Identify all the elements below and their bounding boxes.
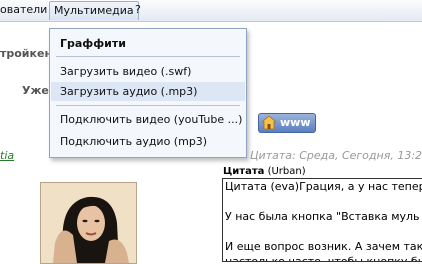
settings-label: тройкен [0, 47, 53, 60]
quote-line [223, 224, 422, 239]
upload-audio-item[interactable]: Загрузить аудио (.mp3) [51, 82, 245, 101]
quote-header: Цитата (Urban) [223, 166, 306, 177]
quote-line: настолько часто, чтобы кнопку был [225, 255, 422, 262]
connect-audio-item[interactable]: Подключить аудио (mp3) [51, 132, 245, 151]
post-meta: Цитата: Среда, Сегодня, 13:20 | [250, 149, 422, 162]
quote-line: У нас была кнопка "Вставка муль [225, 210, 420, 223]
dropdown-separator [56, 105, 240, 106]
menu-bar: ователи Мультимедиа ? [0, 0, 422, 22]
home-icon [262, 116, 276, 129]
quote-author: (Urban) [267, 166, 306, 177]
author-link[interactable]: tia [0, 149, 14, 162]
avatar-image [41, 183, 136, 263]
avatar [40, 182, 137, 264]
www-button-label: www [280, 116, 311, 129]
quote-line [223, 194, 422, 209]
quote-title: Цитата [223, 166, 265, 177]
quote-text: Цитата (eva)Грация, а у нас тепер У нас … [222, 178, 422, 262]
menu-multimedia[interactable]: Мультимедиа [49, 1, 139, 20]
already-label: Уже [22, 84, 49, 97]
connect-video-item[interactable]: Подключить видео (youTube ...) [51, 110, 245, 129]
quote-line: И еще вопрос возник. А зачем так [225, 240, 422, 253]
menu-help[interactable]: ? [135, 3, 141, 17]
upload-video-item[interactable]: Загрузить видео (.swf) [51, 62, 245, 81]
dropdown-header-graffiti[interactable]: Граффити [51, 34, 245, 53]
quote-line: Цитата (eva)Грация, а у нас тепер [225, 180, 422, 193]
menu-users[interactable]: ователи [0, 3, 47, 17]
dropdown-separator [56, 56, 240, 57]
multimedia-dropdown: Граффити Загрузить видео (.swf) Загрузит… [49, 28, 247, 158]
www-button[interactable]: www [258, 113, 316, 133]
